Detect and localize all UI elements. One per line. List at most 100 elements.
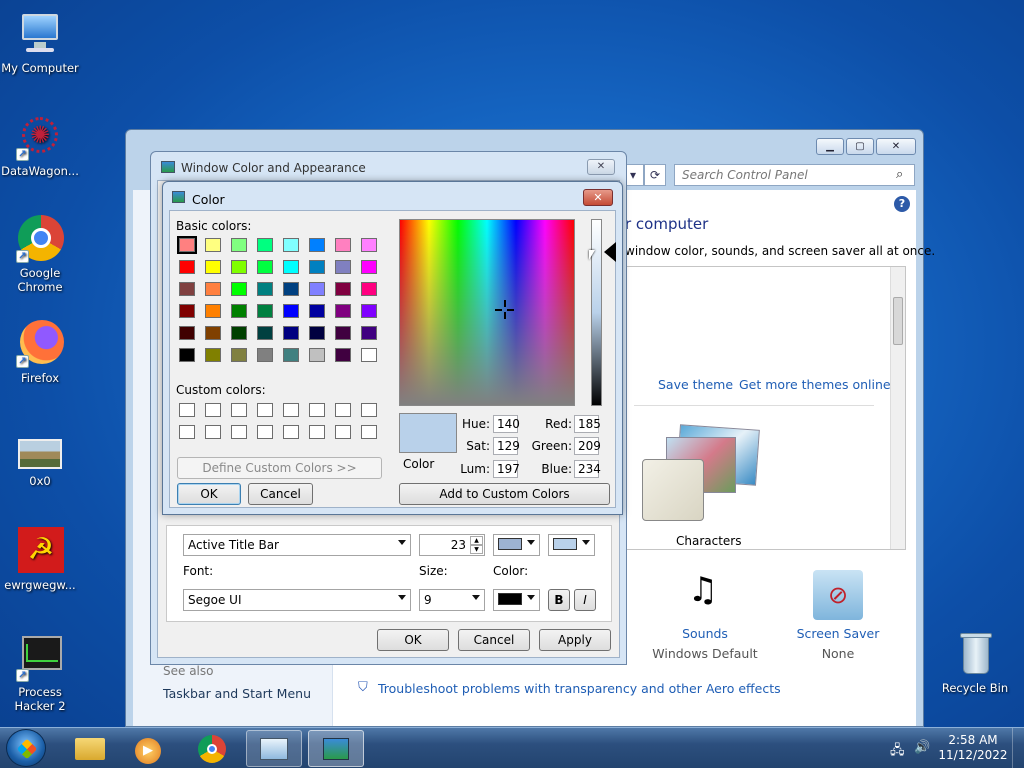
basic-color-swatch[interactable]: [283, 304, 299, 318]
basic-color-swatch[interactable]: [205, 326, 221, 340]
color-spectrum-picker[interactable]: [399, 219, 575, 406]
basic-color-swatch[interactable]: [309, 304, 325, 318]
ok-button[interactable]: OK: [177, 483, 241, 505]
font-color-select[interactable]: [493, 589, 540, 611]
basic-color-swatch[interactable]: [179, 326, 195, 340]
blue-field[interactable]: 234: [574, 460, 601, 478]
sounds-link[interactable]: Sounds: [655, 626, 755, 641]
luminosity-pointer-icon[interactable]: [604, 242, 616, 262]
sat-field[interactable]: 129: [493, 437, 520, 455]
search-input[interactable]: Search Control Panel: [674, 164, 915, 186]
taskbar-control-panel[interactable]: [246, 730, 302, 767]
custom-color-swatch[interactable]: [309, 425, 325, 439]
basic-color-swatch[interactable]: [179, 260, 195, 274]
network-icon[interactable]: 🖧: [890, 741, 905, 763]
get-more-themes-link[interactable]: Get more themes online: [739, 377, 891, 392]
basic-color-swatch[interactable]: [231, 348, 247, 362]
taskbar-media-player[interactable]: ▶: [120, 730, 176, 767]
custom-color-swatch[interactable]: [231, 425, 247, 439]
basic-color-swatch[interactable]: [361, 260, 377, 274]
custom-color-swatch[interactable]: [335, 403, 351, 417]
screen-saver-link[interactable]: Screen Saver: [788, 626, 888, 641]
basic-color-swatch[interactable]: [361, 304, 377, 318]
item-color2-select[interactable]: [548, 534, 595, 556]
screen-saver-icon[interactable]: ⊘: [813, 570, 863, 620]
basic-color-swatch[interactable]: [257, 238, 273, 252]
cancel-button[interactable]: Cancel: [248, 483, 313, 505]
desktop-icon-my-computer[interactable]: My Computer: [0, 10, 80, 75]
basic-color-swatch[interactable]: [309, 348, 325, 362]
item-select[interactable]: Active Title Bar: [183, 534, 411, 556]
item-color1-select[interactable]: [493, 534, 540, 556]
taskbar-explorer[interactable]: [62, 730, 118, 767]
basic-color-swatch[interactable]: [205, 348, 221, 362]
save-theme-link[interactable]: Save theme: [658, 377, 733, 392]
custom-color-swatch[interactable]: [283, 403, 299, 417]
close-button[interactable]: ✕: [583, 189, 613, 206]
help-icon[interactable]: ?: [894, 196, 910, 212]
basic-color-swatch[interactable]: [309, 238, 325, 252]
red-field[interactable]: 185: [574, 415, 601, 433]
close-button[interactable]: ✕: [876, 138, 916, 155]
basic-color-swatch[interactable]: [257, 304, 273, 318]
hue-field[interactable]: 140: [493, 415, 520, 433]
basic-color-swatch[interactable]: [257, 348, 273, 362]
basic-color-swatch[interactable]: [309, 326, 325, 340]
taskbar-window-color[interactable]: [308, 730, 364, 767]
basic-color-swatch[interactable]: [283, 348, 299, 362]
custom-color-swatch[interactable]: [361, 425, 377, 439]
desktop-icon-firefox[interactable]: ↗ Firefox: [0, 320, 80, 385]
show-desktop-button[interactable]: [1012, 728, 1024, 768]
apply-button[interactable]: Apply: [539, 629, 611, 651]
custom-color-swatch[interactable]: [361, 403, 377, 417]
theme-list-scrollbar[interactable]: [890, 267, 905, 549]
maximize-button[interactable]: ▢: [846, 138, 874, 155]
basic-color-swatch[interactable]: [231, 260, 247, 274]
basic-color-swatch[interactable]: [205, 238, 221, 252]
desktop-icon-ewrgwegw[interactable]: ☭ ewrgwegw...: [0, 527, 80, 592]
custom-color-swatch[interactable]: [205, 403, 221, 417]
custom-color-swatch[interactable]: [283, 425, 299, 439]
clock[interactable]: 2:58 AM 11/12/2022: [938, 733, 1008, 763]
custom-color-swatch[interactable]: [231, 403, 247, 417]
basic-color-swatch[interactable]: [335, 238, 351, 252]
volume-icon[interactable]: 🔊: [914, 740, 930, 755]
troubleshoot-aero-link[interactable]: Troubleshoot problems with transparency …: [378, 681, 781, 696]
basic-color-swatch[interactable]: [335, 282, 351, 296]
basic-color-swatch[interactable]: [361, 326, 377, 340]
basic-color-swatch[interactable]: [309, 282, 325, 296]
item-size-stepper[interactable]: 23 ▲ ▼: [419, 534, 485, 556]
desktop-icon-recycle-bin[interactable]: Recycle Bin: [935, 630, 1015, 695]
green-field[interactable]: 209: [574, 437, 601, 455]
basic-color-swatch[interactable]: [205, 304, 221, 318]
refresh-icon[interactable]: ⟳: [644, 164, 666, 186]
basic-color-swatch[interactable]: [231, 304, 247, 318]
close-button[interactable]: ✕: [587, 159, 615, 175]
font-size-select[interactable]: 9: [419, 589, 485, 611]
basic-color-swatch[interactable]: [179, 304, 195, 318]
basic-color-swatch[interactable]: [179, 348, 195, 362]
desktop-icon-datawagon[interactable]: ✺ ↗ DataWagon...: [0, 113, 80, 178]
font-select[interactable]: Segoe UI: [183, 589, 411, 611]
scrollbar-thumb[interactable]: [893, 297, 903, 345]
basic-color-swatch[interactable]: [335, 304, 351, 318]
custom-color-swatch[interactable]: [335, 425, 351, 439]
basic-color-swatch[interactable]: [231, 326, 247, 340]
define-custom-colors-button[interactable]: Define Custom Colors >>: [177, 457, 382, 479]
custom-color-swatch[interactable]: [179, 425, 195, 439]
taskbar-start-menu-link[interactable]: Taskbar and Start Menu: [163, 686, 311, 701]
desktop-icon-chrome[interactable]: ↗ Google Chrome: [0, 215, 80, 294]
basic-color-swatch[interactable]: [361, 348, 377, 362]
lum-field[interactable]: 197: [493, 460, 520, 478]
basic-color-swatch[interactable]: [361, 282, 377, 296]
cancel-button[interactable]: Cancel: [458, 629, 530, 651]
stepper-up-icon[interactable]: ▲: [470, 536, 483, 545]
basic-color-swatch[interactable]: [231, 282, 247, 296]
italic-button[interactable]: I: [574, 589, 596, 611]
custom-color-swatch[interactable]: [309, 403, 325, 417]
minimize-button[interactable]: ▁: [816, 138, 844, 155]
basic-color-swatch[interactable]: [257, 282, 273, 296]
basic-color-swatch[interactable]: [257, 260, 273, 274]
add-to-custom-colors-button[interactable]: Add to Custom Colors: [399, 483, 610, 505]
taskbar-chrome[interactable]: [184, 730, 240, 767]
